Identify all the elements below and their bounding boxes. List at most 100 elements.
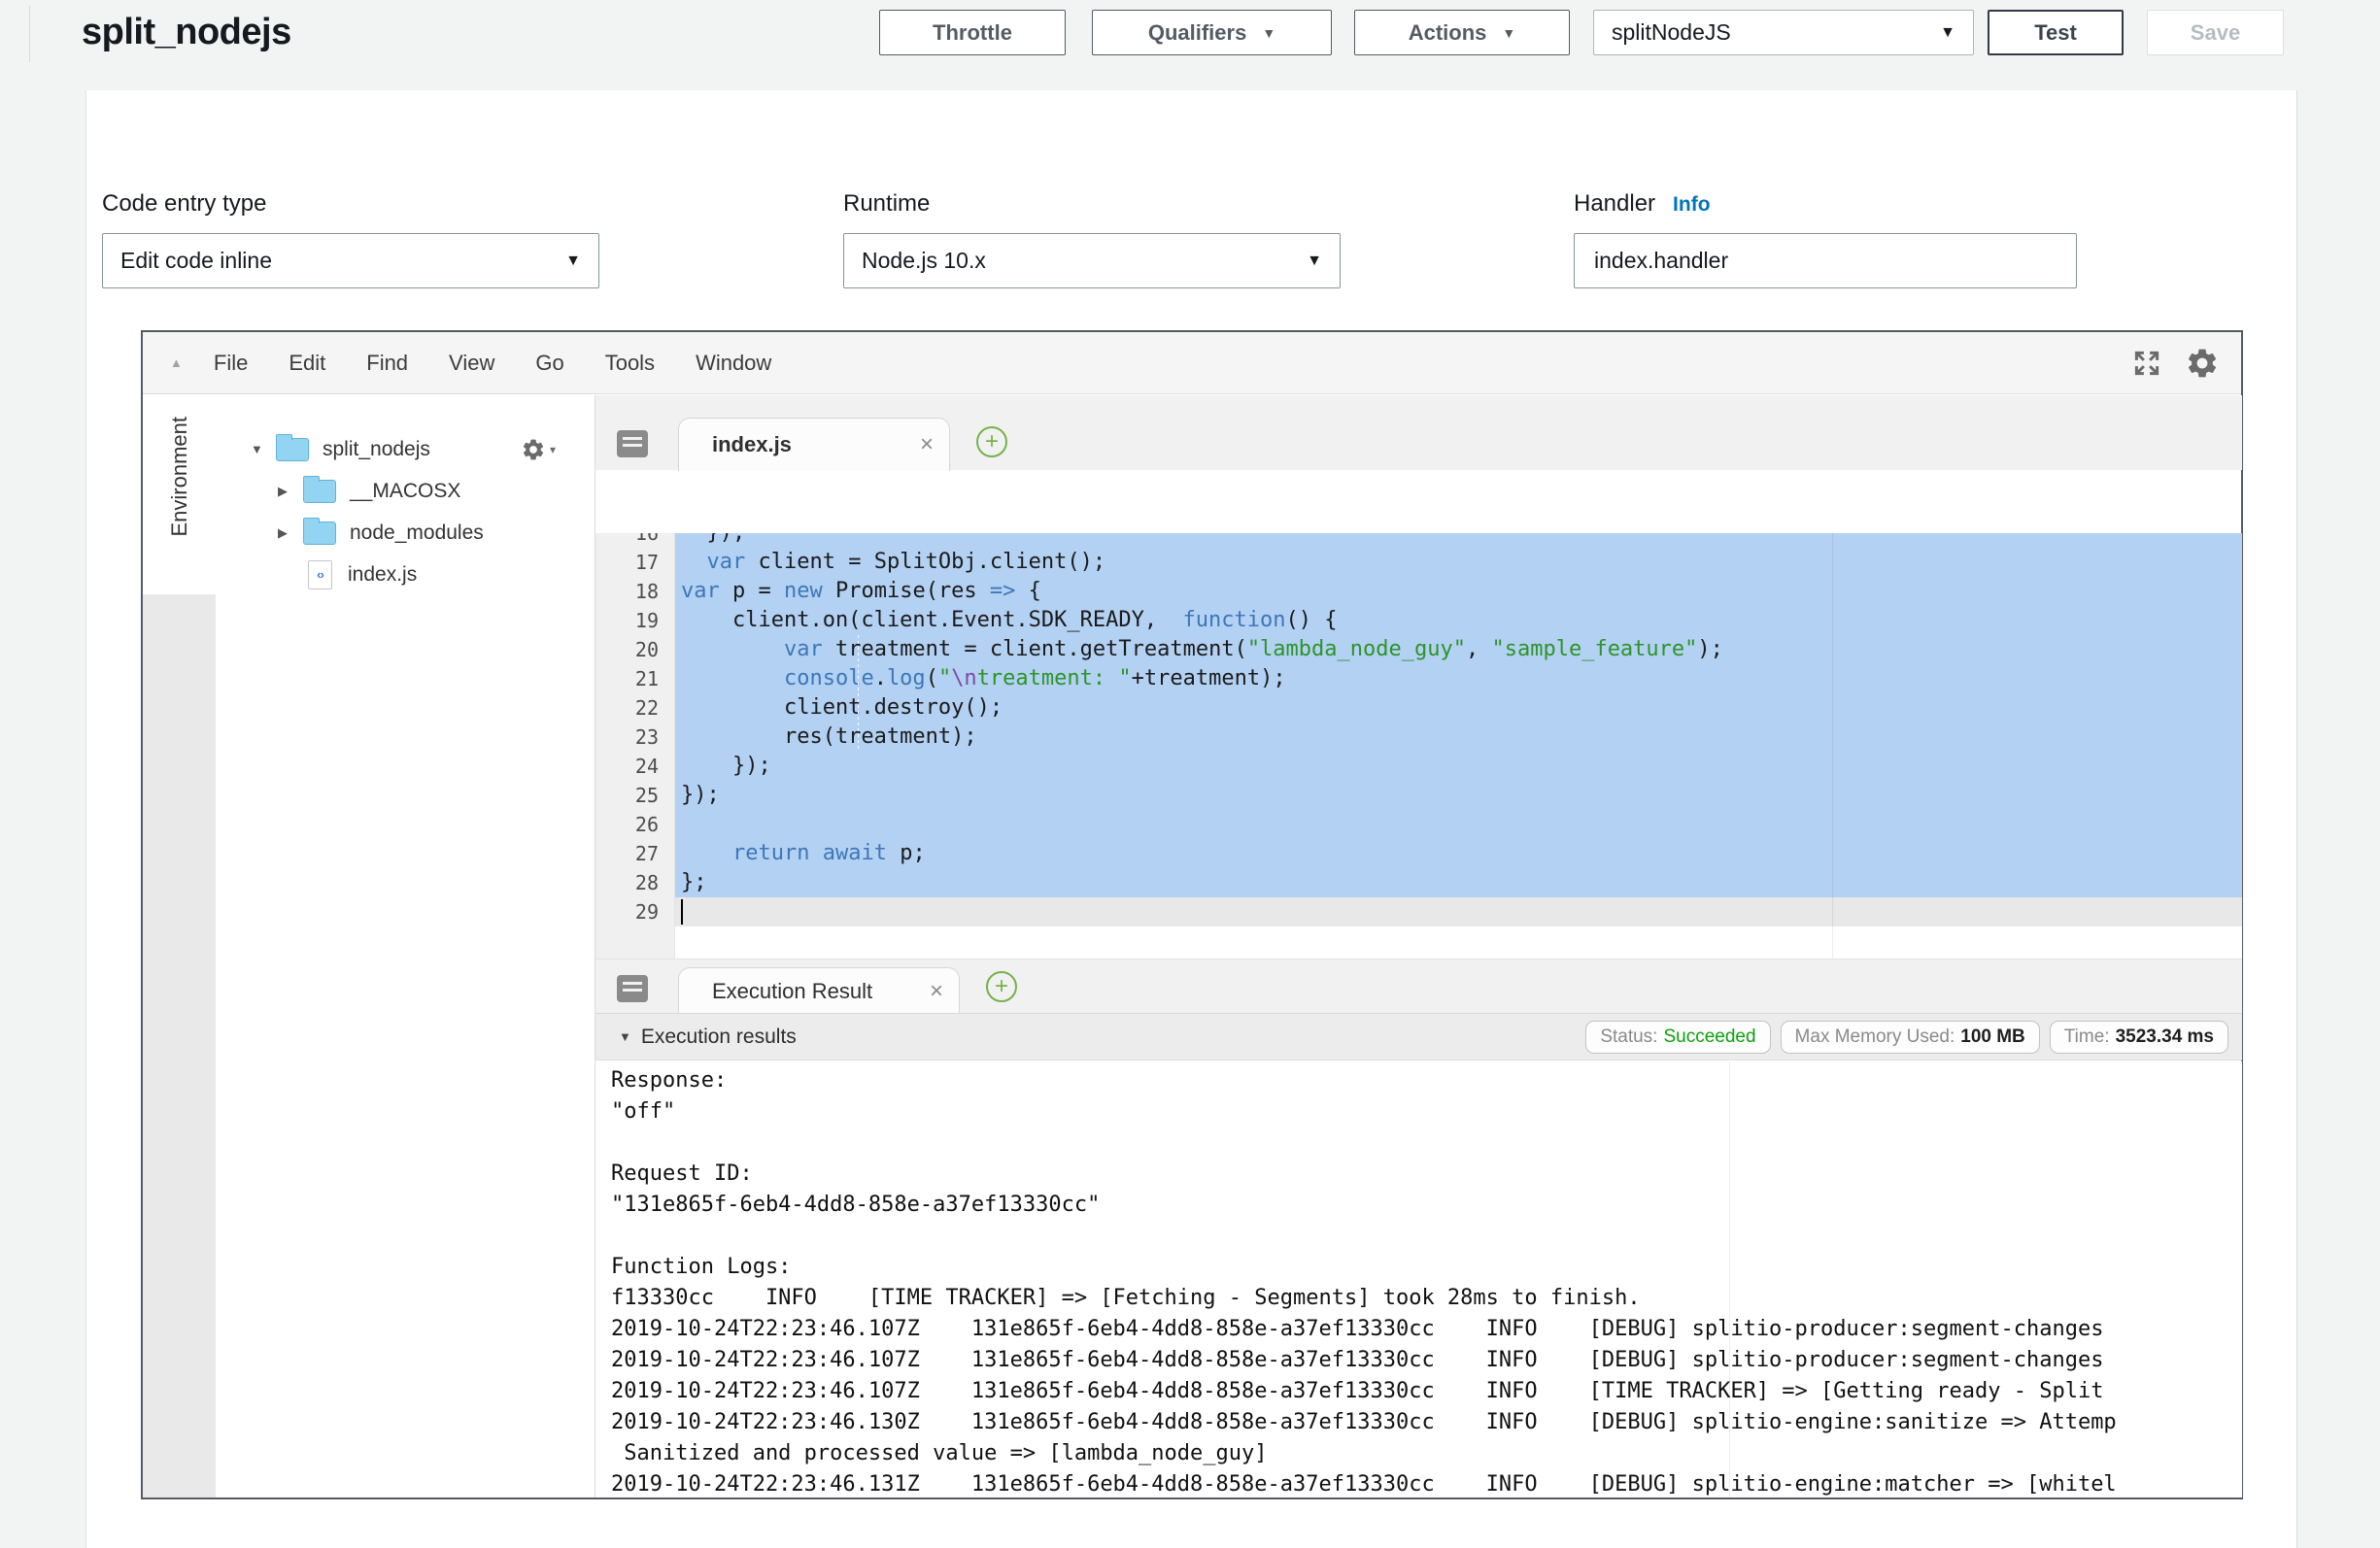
line-number: 19 [595, 606, 674, 635]
log-line: Function Logs: [611, 1252, 2242, 1283]
page-edge-line [29, 6, 30, 62]
menu-tools[interactable]: Tools [605, 351, 655, 376]
log-line: "off" [611, 1096, 2242, 1127]
caret-down-icon: ▼ [1262, 25, 1275, 41]
disclosure-open-icon[interactable]: ▼ [251, 442, 276, 456]
menu-find[interactable]: Find [366, 351, 408, 376]
log-line: 2019-10-24T22:23:46.107Z 131e865f-6eb4-4… [611, 1345, 2242, 1376]
tab-list-icon[interactable] [617, 975, 648, 1002]
handler-info-link[interactable]: Info [1673, 193, 1710, 216]
qualifiers-button[interactable]: Qualifiers ▼ [1092, 10, 1332, 55]
editor-menu-bar: ▲ File Edit Find View Go Tools Window [143, 332, 2241, 394]
menu-go[interactable]: Go [535, 351, 563, 376]
clipped-section-heading: Function codeInfo [116, 90, 718, 97]
tree-item-label: node_modules [350, 522, 484, 545]
throttle-button[interactable]: Throttle [879, 10, 1066, 55]
execution-log-pane: Response:"off"Request ID:"131e865f-6eb4-… [595, 1061, 2242, 1498]
print-margin-line [1729, 1061, 1730, 1498]
fullscreen-icon[interactable] [2132, 349, 2161, 378]
file-tree: ▼ split_nodejs ▾ ▶ __MACOSX ▶ node_modules ‹›in… [216, 395, 595, 1498]
disclosure-closed-icon[interactable]: ▶ [278, 525, 303, 541]
tree-item-label: __MACOSX [350, 480, 460, 503]
menu-edit[interactable]: Edit [289, 351, 325, 376]
editor-settings-gear-icon[interactable] [2185, 346, 2220, 381]
indent-guide [858, 635, 859, 752]
page-title: split_nodejs [82, 12, 291, 53]
log-line: Response: [611, 1065, 2242, 1096]
disclosure-closed-icon[interactable]: ▶ [278, 484, 303, 499]
disclosure-down-icon: ▼ [619, 1029, 631, 1044]
tab-list-icon[interactable] [617, 430, 648, 457]
code-editor[interactable]: 16 17181920212223242526272829 }); var cl… [595, 533, 2242, 971]
badge-status: Status:Succeeded [1585, 1021, 1770, 1054]
actions-label: Actions [1409, 20, 1487, 46]
line-number: 18 [595, 577, 674, 606]
execution-results-toggle[interactable]: ▼ Execution results [619, 1026, 797, 1049]
code-entry-type-select[interactable]: Edit code inline ▼ [102, 233, 599, 288]
test-label: Test [2034, 20, 2077, 46]
code-line-20: var treatment = client.getTreatment("lam… [675, 635, 2242, 664]
handler-label: HandlerInfo [1574, 190, 1711, 218]
menu-file[interactable]: File [214, 351, 248, 376]
print-margin-line [1832, 533, 1833, 971]
folder-icon [303, 522, 336, 545]
js-file-icon: ‹› [308, 560, 332, 589]
line-number: 22 [595, 693, 674, 723]
code-entry-type-label: Code entry type [102, 190, 266, 218]
caret-down-icon: ▼ [565, 252, 581, 270]
environment-strip: Environment [143, 395, 216, 1498]
code-line-17: var client = SplitObj.client(); [675, 548, 2242, 577]
runtime-select[interactable]: Node.js 10.x ▼ [843, 233, 1341, 288]
close-icon[interactable]: × [930, 978, 943, 1005]
code-line-21: console.log("\ntreatment: "+treatment); [675, 664, 2242, 693]
code-line-26 [675, 810, 2242, 839]
line-number: 20 [595, 635, 674, 664]
tree-item-node_modules[interactable]: ▶ node_modules [216, 512, 595, 554]
save-button[interactable]: Save [2147, 10, 2284, 55]
collapse-triangle-icon[interactable]: ▲ [170, 355, 183, 370]
editor-column: index.js × + 16 171819202122232425262728… [595, 395, 2241, 1498]
code-editor-window: ▲ File Edit Find View Go Tools Window Environm… [141, 330, 2243, 1499]
screen: split_nodejs Throttle Qualifiers ▼ Actio… [0, 0, 2380, 1548]
tab-execution-result[interactable]: Execution Result × [678, 967, 960, 1014]
caret-down-icon: ▼ [1940, 24, 1955, 42]
code-line-22: client.destroy(); [675, 693, 2242, 723]
log-line: Sanitized and processed value => [lambda… [611, 1438, 2242, 1469]
line-number: 17 [595, 548, 674, 577]
log-line: 2019-10-24T22:23:46.107Z 131e865f-6eb4-4… [611, 1314, 2242, 1345]
new-tab-icon[interactable]: + [976, 426, 1007, 457]
tab-index-js-label: index.js [679, 432, 792, 457]
runtime-label: Runtime [843, 190, 930, 218]
menu-view[interactable]: View [449, 351, 494, 376]
code-line-27: return await p; [675, 839, 2242, 868]
caret-down-icon: ▼ [1307, 252, 1322, 270]
test-button[interactable]: Test [1988, 10, 2124, 55]
execution-results-header: ▼ Execution results Status:SucceededMax … [595, 1013, 2242, 1060]
text-cursor [681, 899, 683, 925]
log-line [611, 1221, 2242, 1252]
save-label: Save [2191, 20, 2240, 46]
line-number: 27 [595, 839, 674, 868]
tree-item-split_nodejs[interactable]: ▼ split_nodejs ▾ [216, 428, 595, 470]
tab-index-js[interactable]: index.js × [678, 418, 950, 471]
tree-item-__macosx[interactable]: ▶ __MACOSX [216, 470, 595, 512]
menu-window[interactable]: Window [696, 351, 771, 376]
handler-input[interactable] [1574, 233, 2077, 288]
close-icon[interactable]: × [920, 431, 934, 458]
actions-button[interactable]: Actions ▼ [1354, 10, 1570, 55]
new-tab-icon[interactable]: + [986, 971, 1017, 1002]
environment-tab[interactable]: Environment [143, 395, 216, 594]
line-number: 24 [595, 752, 674, 781]
test-event-select[interactable]: splitNodeJS ▼ [1593, 10, 1974, 55]
folder-icon [276, 438, 309, 461]
code-lines: }); var client = SplitObj.client();var p… [675, 533, 2242, 926]
tree-item-label: split_nodejs [323, 438, 430, 461]
code-entry-type-value: Edit code inline [120, 248, 272, 274]
tree-item-index.js[interactable]: ‹›index.js [216, 554, 595, 595]
line-number: 26 [595, 810, 674, 839]
result-tab-bar: Execution Result × + [595, 959, 2242, 1013]
clipped-code-line: }); [675, 533, 2242, 548]
menu-items: File Edit Find View Go Tools Window [214, 351, 771, 376]
editor-tab-bar: index.js × + [595, 395, 2242, 470]
tree-settings-gear-icon[interactable]: ▾ [521, 437, 556, 462]
